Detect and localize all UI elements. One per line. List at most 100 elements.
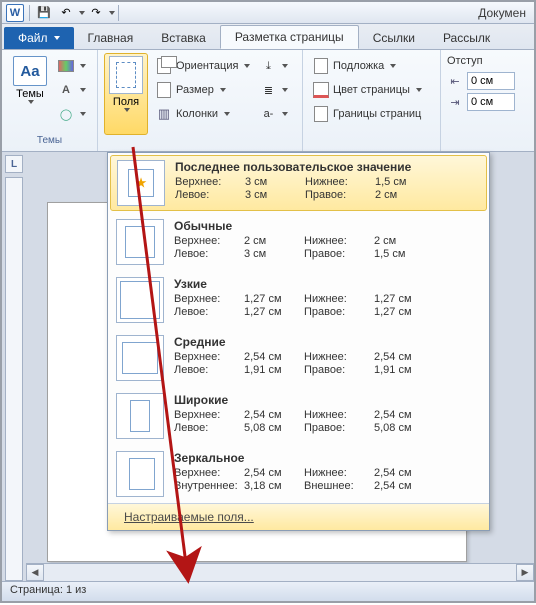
theme-colors-button[interactable]: [54, 55, 90, 77]
chevron-down-icon: [54, 36, 60, 40]
tab-mailings[interactable]: Рассылк: [429, 27, 504, 49]
margins-preset-values: Верхнее:2,54 смНижнее:2,54 смЛевое:5,08 …: [174, 409, 479, 434]
hyphenation-icon: a-: [260, 106, 276, 122]
group-themes: Aa Темы A ◯ Темы: [2, 50, 98, 151]
line-numbers-button[interactable]: ≣: [256, 79, 292, 101]
theme-effects-button[interactable]: ◯: [54, 103, 90, 125]
margins-preset-text: УзкиеВерхнее:1,27 смНижнее:1,27 смЛевое:…: [174, 277, 479, 318]
indent-left-input[interactable]: [467, 72, 515, 90]
margins-preset-text: Средние Верхнее:2,54 смНижнее:2,54 смЛево…: [174, 335, 479, 376]
margins-preset-text: ЗеркальноеВерхнее:2,54 смНижнее:2,54 смВ…: [174, 451, 479, 492]
chevron-down-icon[interactable]: [109, 11, 115, 15]
scroll-track[interactable]: [44, 564, 516, 581]
page-borders-icon: [314, 106, 328, 122]
margins-preset-title: Широкие: [174, 393, 479, 407]
margins-preset-values: Верхнее:1,27 смНижнее:1,27 смЛевое:1,27 …: [174, 293, 479, 318]
margins-preset-5[interactable]: ЗеркальноеВерхнее:2,54 смНижнее:2,54 смВ…: [108, 445, 489, 503]
window-title: Докумен: [122, 6, 532, 20]
custom-margins-button[interactable]: Настраиваемые поля...: [108, 503, 489, 530]
margins-button[interactable]: Поля: [104, 53, 148, 135]
indent-left-icon: ⇤: [447, 73, 463, 89]
fonts-icon: A: [58, 82, 74, 98]
margins-preset-0[interactable]: ★ Последнее пользовательское значение Верх…: [110, 155, 487, 211]
indent-right-icon: ⇥: [447, 94, 463, 110]
margins-preset-title: Обычные: [174, 219, 479, 233]
tab-file[interactable]: Файл: [4, 27, 74, 49]
qat-separator: [118, 5, 119, 21]
title-bar: W 💾 ↶ ↷ Докумен: [2, 2, 534, 24]
page-color-button[interactable]: Цвет страницы: [309, 79, 426, 101]
margins-preset-2[interactable]: УзкиеВерхнее:1,27 смНижнее:1,27 смЛевое:…: [108, 271, 489, 329]
orientation-icon: [157, 58, 171, 74]
horizontal-scrollbar[interactable]: ◀ ▶: [26, 563, 534, 581]
tab-insert[interactable]: Вставка: [147, 27, 220, 49]
margins-preset-values: Верхнее:2 смНижнее:2 смЛевое:3 смПравое:…: [174, 235, 479, 260]
margins-icon: [109, 56, 143, 94]
margins-preset-4[interactable]: Широкие Верхнее:2,54 смНижнее:2,54 смЛево…: [108, 387, 489, 445]
scroll-right-button[interactable]: ▶: [516, 564, 534, 581]
orientation-button[interactable]: Ориентация: [152, 55, 254, 77]
undo-icon[interactable]: ↶: [57, 4, 75, 22]
page-color-icon: [313, 82, 329, 98]
themes-button[interactable]: Aa Темы: [8, 53, 52, 135]
status-page-count: Страница: 1 из: [10, 584, 86, 596]
group-label-page-background: [309, 135, 434, 150]
margins-preset-text: Широкие Верхнее:2,54 смНижнее:2,54 смЛево…: [174, 393, 479, 434]
ribbon: Aa Темы A ◯ Темы Поля: [2, 50, 534, 152]
tab-page-layout[interactable]: Разметка страницы: [220, 25, 359, 49]
tab-home[interactable]: Главная: [74, 27, 148, 49]
tab-references[interactable]: Ссылки: [359, 27, 429, 49]
indent-label: Отступ: [447, 53, 528, 69]
margins-preset-text: Последнее пользовательское значение Верхн…: [175, 160, 478, 201]
margins-preset-icon: [116, 277, 164, 323]
colors-icon: [58, 60, 74, 72]
save-icon[interactable]: 💾: [35, 4, 53, 22]
vertical-ruler[interactable]: [5, 177, 23, 581]
redo-icon[interactable]: ↷: [87, 4, 105, 22]
ruler-corner[interactable]: L: [5, 155, 23, 173]
indent-right-input[interactable]: [467, 93, 515, 111]
margins-preset-icon: [116, 393, 164, 439]
chevron-down-icon: [124, 108, 130, 112]
indent-left-row: ⇤: [447, 72, 528, 90]
margins-preset-icon: [116, 451, 164, 497]
star-icon: ★: [135, 175, 148, 192]
effects-icon: ◯: [58, 106, 74, 122]
breaks-button[interactable]: ⤓: [256, 55, 292, 77]
hyphenation-button[interactable]: a-: [256, 103, 292, 125]
theme-fonts-button[interactable]: A: [54, 79, 90, 101]
margins-preset-title: Средние: [174, 335, 479, 349]
group-page-setup: Поля Ориентация Размер ▥Колонки ⤓ ≣ a-: [98, 50, 303, 151]
group-page-background: Подложка Цвет страницы Границы страниц: [303, 50, 441, 151]
qat-separator: [29, 5, 30, 21]
status-bar: Страница: 1 из: [2, 581, 534, 601]
margins-preset-icon: ★: [117, 160, 165, 206]
line-numbers-icon: ≣: [260, 82, 276, 98]
themes-icon: Aa: [13, 56, 47, 86]
margins-preset-3[interactable]: Средние Верхнее:2,54 смНижнее:2,54 смЛево…: [108, 329, 489, 387]
page-borders-button[interactable]: Границы страниц: [309, 103, 426, 125]
margins-preset-icon: [116, 219, 164, 265]
size-icon: [157, 82, 171, 98]
margins-preset-icon: [116, 335, 164, 381]
group-label-page-setup: [104, 135, 296, 150]
size-button[interactable]: Размер: [152, 79, 254, 101]
margins-dropdown: ★ Последнее пользовательское значение Верх…: [107, 152, 490, 531]
margins-preset-values: Верхнее:2,54 смНижнее:2,54 смВнутреннее:…: [174, 467, 479, 492]
margins-preset-title: Последнее пользовательское значение: [175, 160, 478, 174]
group-paragraph: Отступ ⇤ ⇥: [441, 50, 534, 151]
chevron-down-icon: [28, 100, 34, 104]
breaks-icon: ⤓: [260, 58, 276, 74]
margins-preset-text: Обычные Верхнее:2 смНижнее:2 смЛевое:3 см…: [174, 219, 479, 260]
margins-preset-values: Верхнее:3 смНижнее:1,5 смЛевое:3 смПраво…: [175, 176, 478, 201]
chevron-down-icon[interactable]: [79, 11, 85, 15]
watermark-button[interactable]: Подложка: [309, 55, 426, 77]
columns-button[interactable]: ▥Колонки: [152, 103, 254, 125]
watermark-icon: [314, 58, 328, 74]
group-label-themes: Темы: [8, 135, 91, 150]
indent-right-row: ⇥: [447, 93, 528, 111]
scroll-left-button[interactable]: ◀: [26, 564, 44, 581]
word-app-icon: W: [6, 4, 24, 22]
margins-preset-values: Верхнее:2,54 смНижнее:2,54 смЛевое:1,91 …: [174, 351, 479, 376]
margins-preset-1[interactable]: Обычные Верхнее:2 смНижнее:2 смЛевое:3 см…: [108, 213, 489, 271]
